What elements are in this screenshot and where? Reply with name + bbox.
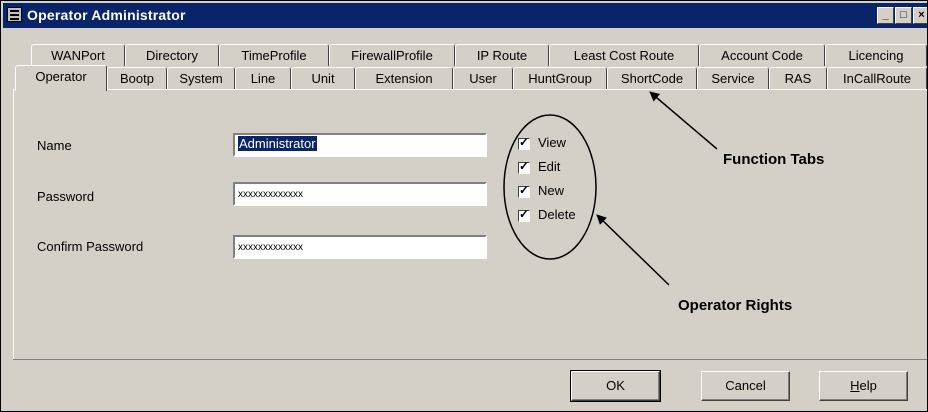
tab-account-code[interactable]: Account Code [699, 44, 825, 66]
tab-huntgroup[interactable]: HuntGroup [513, 67, 607, 89]
tab-wanport[interactable]: WANPort [31, 44, 125, 66]
cancel-button[interactable]: Cancel [701, 371, 790, 401]
tab-user[interactable]: User [453, 67, 513, 89]
tab-directory[interactable]: Directory [125, 44, 219, 66]
tab-service[interactable]: Service [697, 67, 769, 89]
delete-label: Delete [538, 207, 576, 222]
password-value: xxxxxxxxxxxxx [238, 189, 303, 200]
operator-administrator-window: Operator Administrator _ □ × WANPort Dir… [0, 0, 928, 412]
confirm-password-field[interactable]: xxxxxxxxxxxxx [233, 235, 487, 259]
tab-operator[interactable]: Operator [15, 65, 107, 91]
panel-divider [13, 359, 927, 360]
operator-rights-annotation: Operator Rights [678, 297, 793, 314]
password-field[interactable]: xxxxxxxxxxxxx [233, 182, 487, 206]
help-button[interactable]: Help [819, 371, 908, 401]
window-title: Operator Administrator [27, 7, 186, 23]
minimize-button[interactable]: _ [877, 7, 894, 24]
tab-incallroute[interactable]: InCallRoute [827, 67, 927, 89]
name-label: Name [37, 138, 72, 153]
system-menu-icon[interactable] [7, 7, 22, 22]
function-tabs-annotation: Function Tabs [723, 151, 825, 168]
tab-firewallprofile[interactable]: FirewallProfile [329, 44, 455, 66]
title-bar[interactable]: Operator Administrator _ □ × [3, 3, 927, 28]
delete-checkbox[interactable] [518, 207, 530, 222]
close-button[interactable]: × [913, 7, 927, 24]
edit-checkbox[interactable] [518, 159, 530, 174]
tab-system[interactable]: System [167, 67, 235, 89]
help-label: elp [859, 378, 877, 393]
view-checkbox[interactable] [518, 135, 530, 150]
tab-bootp[interactable]: Bootp [107, 67, 167, 89]
tab-licencing[interactable]: Licencing [825, 44, 927, 66]
confirm-password-label: Confirm Password [37, 239, 144, 254]
tab-shortcode[interactable]: ShortCode [607, 67, 697, 89]
tab-timeprofile[interactable]: TimeProfile [219, 44, 329, 66]
view-label: View [538, 135, 566, 150]
new-checkbox[interactable] [518, 183, 530, 198]
tab-unit[interactable]: Unit [291, 67, 355, 89]
tab-line[interactable]: Line [235, 67, 291, 89]
tab-extension[interactable]: Extension [355, 67, 453, 89]
tab-ip-route[interactable]: IP Route [455, 44, 549, 66]
tab-least-cost-route[interactable]: Least Cost Route [549, 44, 699, 66]
password-label: Password [37, 189, 95, 204]
confirm-password-value: xxxxxxxxxxxxx [238, 242, 303, 253]
maximize-button[interactable]: □ [895, 7, 912, 24]
tab-ras[interactable]: RAS [769, 67, 827, 89]
name-value: Administrator [238, 136, 317, 151]
edit-label: Edit [538, 159, 561, 174]
ok-button[interactable]: OK [570, 370, 661, 402]
operator-tab-panel [13, 89, 927, 359]
name-field[interactable]: Administrator [233, 133, 487, 157]
new-label: New [538, 183, 565, 198]
help-hotkey: H [850, 378, 860, 393]
